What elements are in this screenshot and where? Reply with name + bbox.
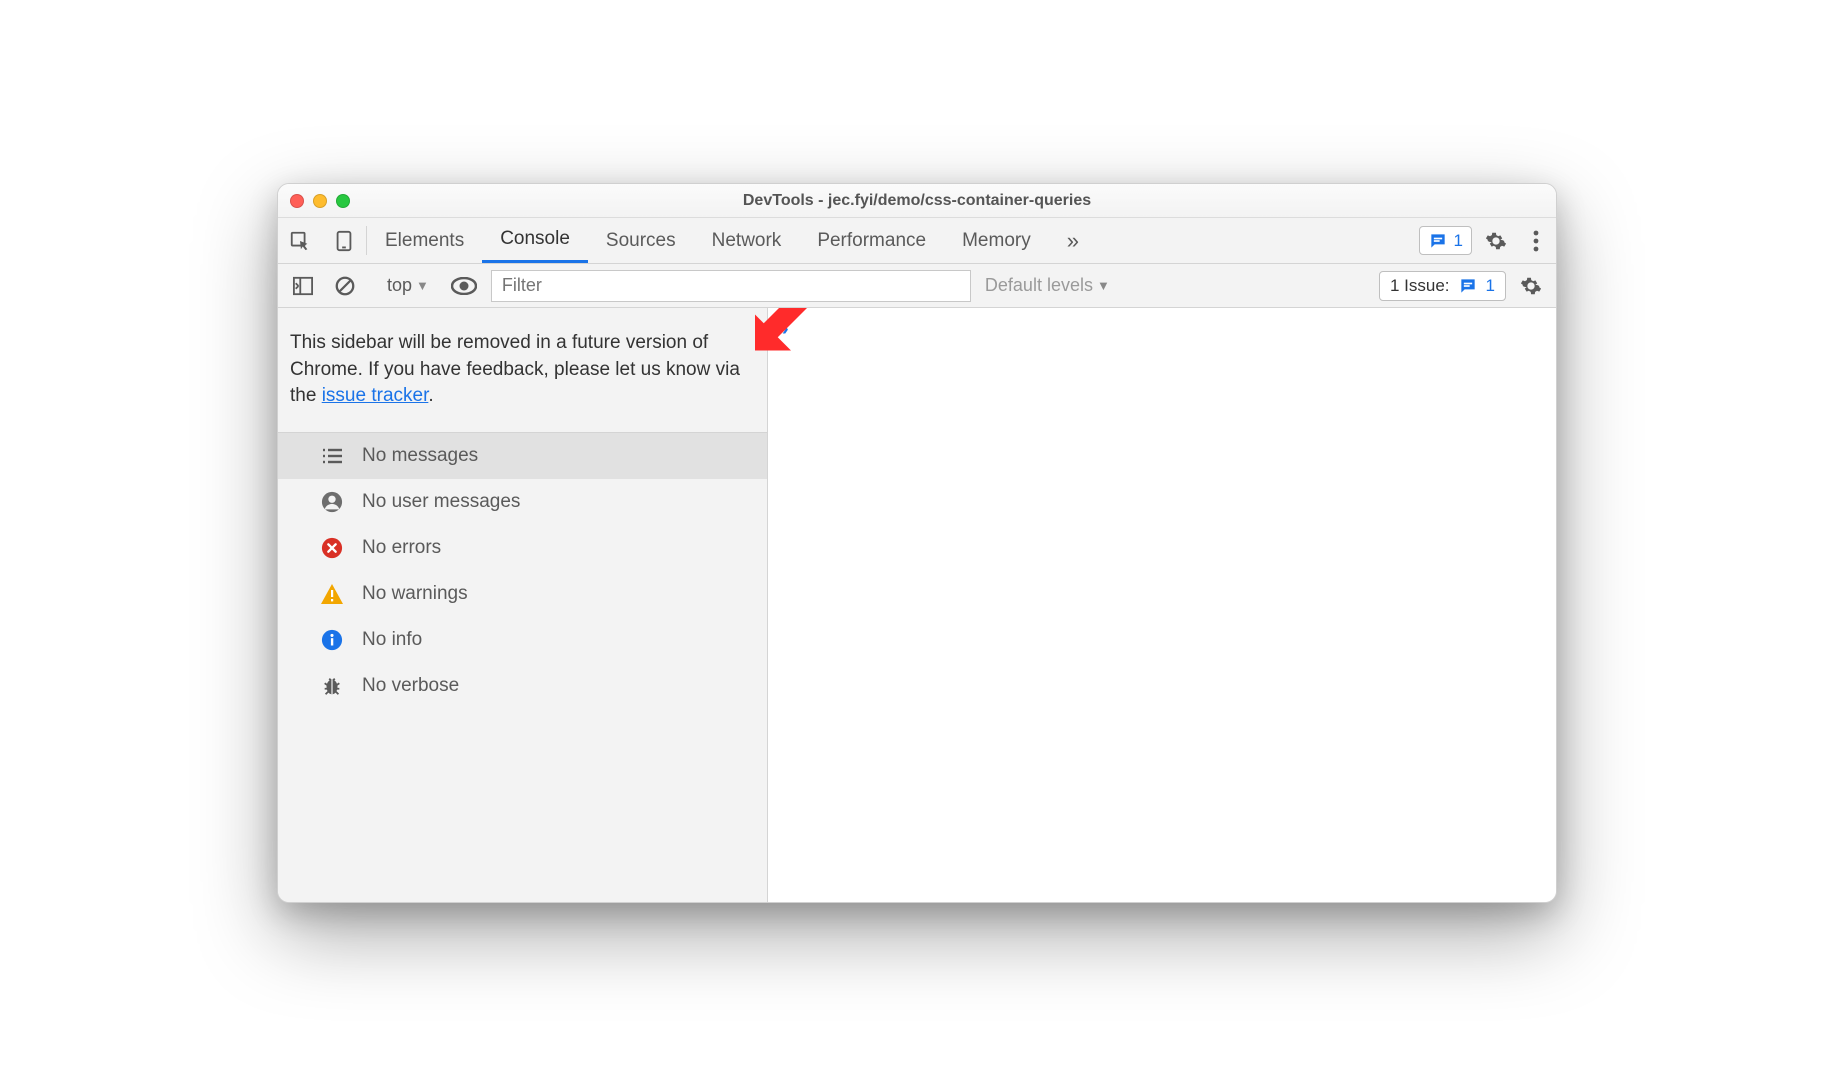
filter-info[interactable]: No info bbox=[278, 617, 767, 663]
list-icon bbox=[320, 444, 344, 468]
window-controls bbox=[290, 194, 350, 208]
filter-label: No messages bbox=[362, 445, 478, 467]
issues-label: 1 Issue: bbox=[1390, 276, 1450, 296]
device-toolbar-icon[interactable] bbox=[322, 218, 366, 263]
issues-button[interactable]: 1 Issue: 1 bbox=[1379, 271, 1506, 301]
filter-input[interactable] bbox=[491, 270, 971, 302]
tab-memory[interactable]: Memory bbox=[944, 218, 1049, 263]
console-sidebar: This sidebar will be removed in a future… bbox=[278, 308, 768, 902]
more-icon[interactable] bbox=[1516, 218, 1556, 263]
filter-label: No warnings bbox=[362, 583, 468, 605]
notice-text-suffix: . bbox=[428, 385, 433, 406]
filter-label: No user messages bbox=[362, 491, 520, 513]
filter-warnings[interactable]: No warnings bbox=[278, 571, 767, 617]
tab-performance[interactable]: Performance bbox=[799, 218, 944, 263]
window-title: DevTools - jec.fyi/demo/css-container-qu… bbox=[278, 192, 1556, 210]
close-window-button[interactable] bbox=[290, 194, 304, 208]
console-prompt: › bbox=[782, 318, 789, 340]
messages-badge[interactable]: 1 bbox=[1419, 226, 1472, 255]
issues-count: 1 bbox=[1486, 276, 1495, 296]
user-icon bbox=[320, 490, 344, 514]
devtools-window: DevTools - jec.fyi/demo/css-container-qu… bbox=[277, 183, 1557, 903]
panel-tabs: Elements Console Sources Network Perform… bbox=[278, 218, 1556, 264]
filter-label: No errors bbox=[362, 537, 441, 559]
console-body: This sidebar will be removed in a future… bbox=[278, 308, 1556, 902]
clear-console-icon[interactable] bbox=[328, 270, 362, 302]
settings-icon[interactable] bbox=[1476, 218, 1516, 263]
console-settings-icon[interactable] bbox=[1514, 275, 1548, 297]
log-levels-label: Default levels bbox=[985, 275, 1093, 296]
context-selector[interactable]: top ▼ bbox=[379, 275, 437, 296]
tab-sources[interactable]: Sources bbox=[588, 218, 694, 263]
filter-user-messages[interactable]: No user messages bbox=[278, 479, 767, 525]
tab-console[interactable]: Console bbox=[482, 218, 588, 263]
filter-messages[interactable]: No messages bbox=[278, 433, 767, 479]
tabs-overflow[interactable]: » bbox=[1049, 218, 1097, 263]
dropdown-icon: ▼ bbox=[416, 278, 429, 293]
warning-icon bbox=[320, 582, 344, 606]
bug-icon bbox=[320, 674, 344, 698]
inspect-element-icon[interactable] bbox=[278, 218, 322, 263]
filter-label: No info bbox=[362, 629, 422, 651]
issue-tracker-link[interactable]: issue tracker bbox=[322, 385, 429, 406]
toggle-sidebar-icon[interactable] bbox=[286, 270, 320, 302]
live-expression-icon[interactable] bbox=[445, 270, 483, 302]
console-toolbar: top ▼ Default levels ▼ 1 Issue: 1 bbox=[278, 264, 1556, 308]
deprecation-notice: This sidebar will be removed in a future… bbox=[278, 308, 767, 433]
filter-label: No verbose bbox=[362, 675, 459, 697]
dropdown-icon: ▼ bbox=[1097, 278, 1110, 293]
titlebar: DevTools - jec.fyi/demo/css-container-qu… bbox=[278, 184, 1556, 218]
maximize-window-button[interactable] bbox=[336, 194, 350, 208]
filter-errors[interactable]: No errors bbox=[278, 525, 767, 571]
error-icon bbox=[320, 536, 344, 560]
context-label: top bbox=[387, 275, 412, 296]
log-levels-selector[interactable]: Default levels ▼ bbox=[979, 275, 1116, 296]
tab-network[interactable]: Network bbox=[694, 218, 800, 263]
info-icon bbox=[320, 628, 344, 652]
messages-badge-count: 1 bbox=[1454, 231, 1463, 251]
filter-verbose[interactable]: No verbose bbox=[278, 663, 767, 709]
console-output[interactable]: › bbox=[768, 308, 1556, 902]
minimize-window-button[interactable] bbox=[313, 194, 327, 208]
tab-elements[interactable]: Elements bbox=[367, 218, 482, 263]
sidebar-filters: No messages No user messages No errors N… bbox=[278, 433, 767, 709]
